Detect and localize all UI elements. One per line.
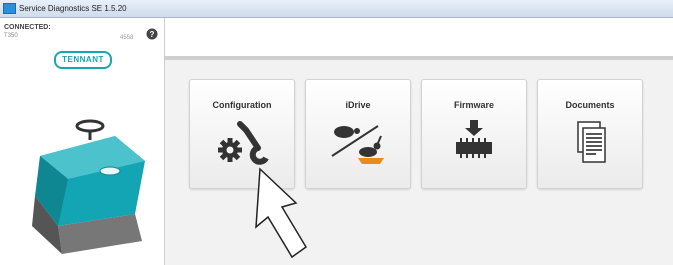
top-bar [165,18,673,56]
tile-label: Firmware [453,100,495,110]
connection-status: CONNECTED: [4,24,51,31]
tile-label: iDrive [345,100,371,110]
machine-sidebar: CONNECTED: T350 4558 ? TENNANT [0,18,165,265]
svg-text:?: ? [150,30,155,39]
title-bar: Service Diagnostics SE 1.5.20 [0,0,673,18]
tennant-logo: TENNANT [54,51,112,69]
tile-label: Documents [565,100,615,110]
firmware-chip-icon [456,120,492,158]
firmware-tile[interactable]: Firmware [421,79,527,189]
help-icon[interactable]: ? [146,28,158,40]
window-title: Service Diagnostics SE 1.5.20 [19,4,127,13]
pointer-arrow-icon [255,167,307,259]
app-icon [3,3,16,14]
tile-label: Configuration [212,100,272,110]
machine-image [32,119,145,254]
wrench-gear-icon [218,121,269,165]
documents-tile[interactable]: Documents [537,79,643,189]
documents-icon [577,121,606,163]
turtle-rabbit-icon [331,125,384,164]
machine-serial: 4558 [120,35,134,41]
machine-model: T350 [4,33,18,39]
